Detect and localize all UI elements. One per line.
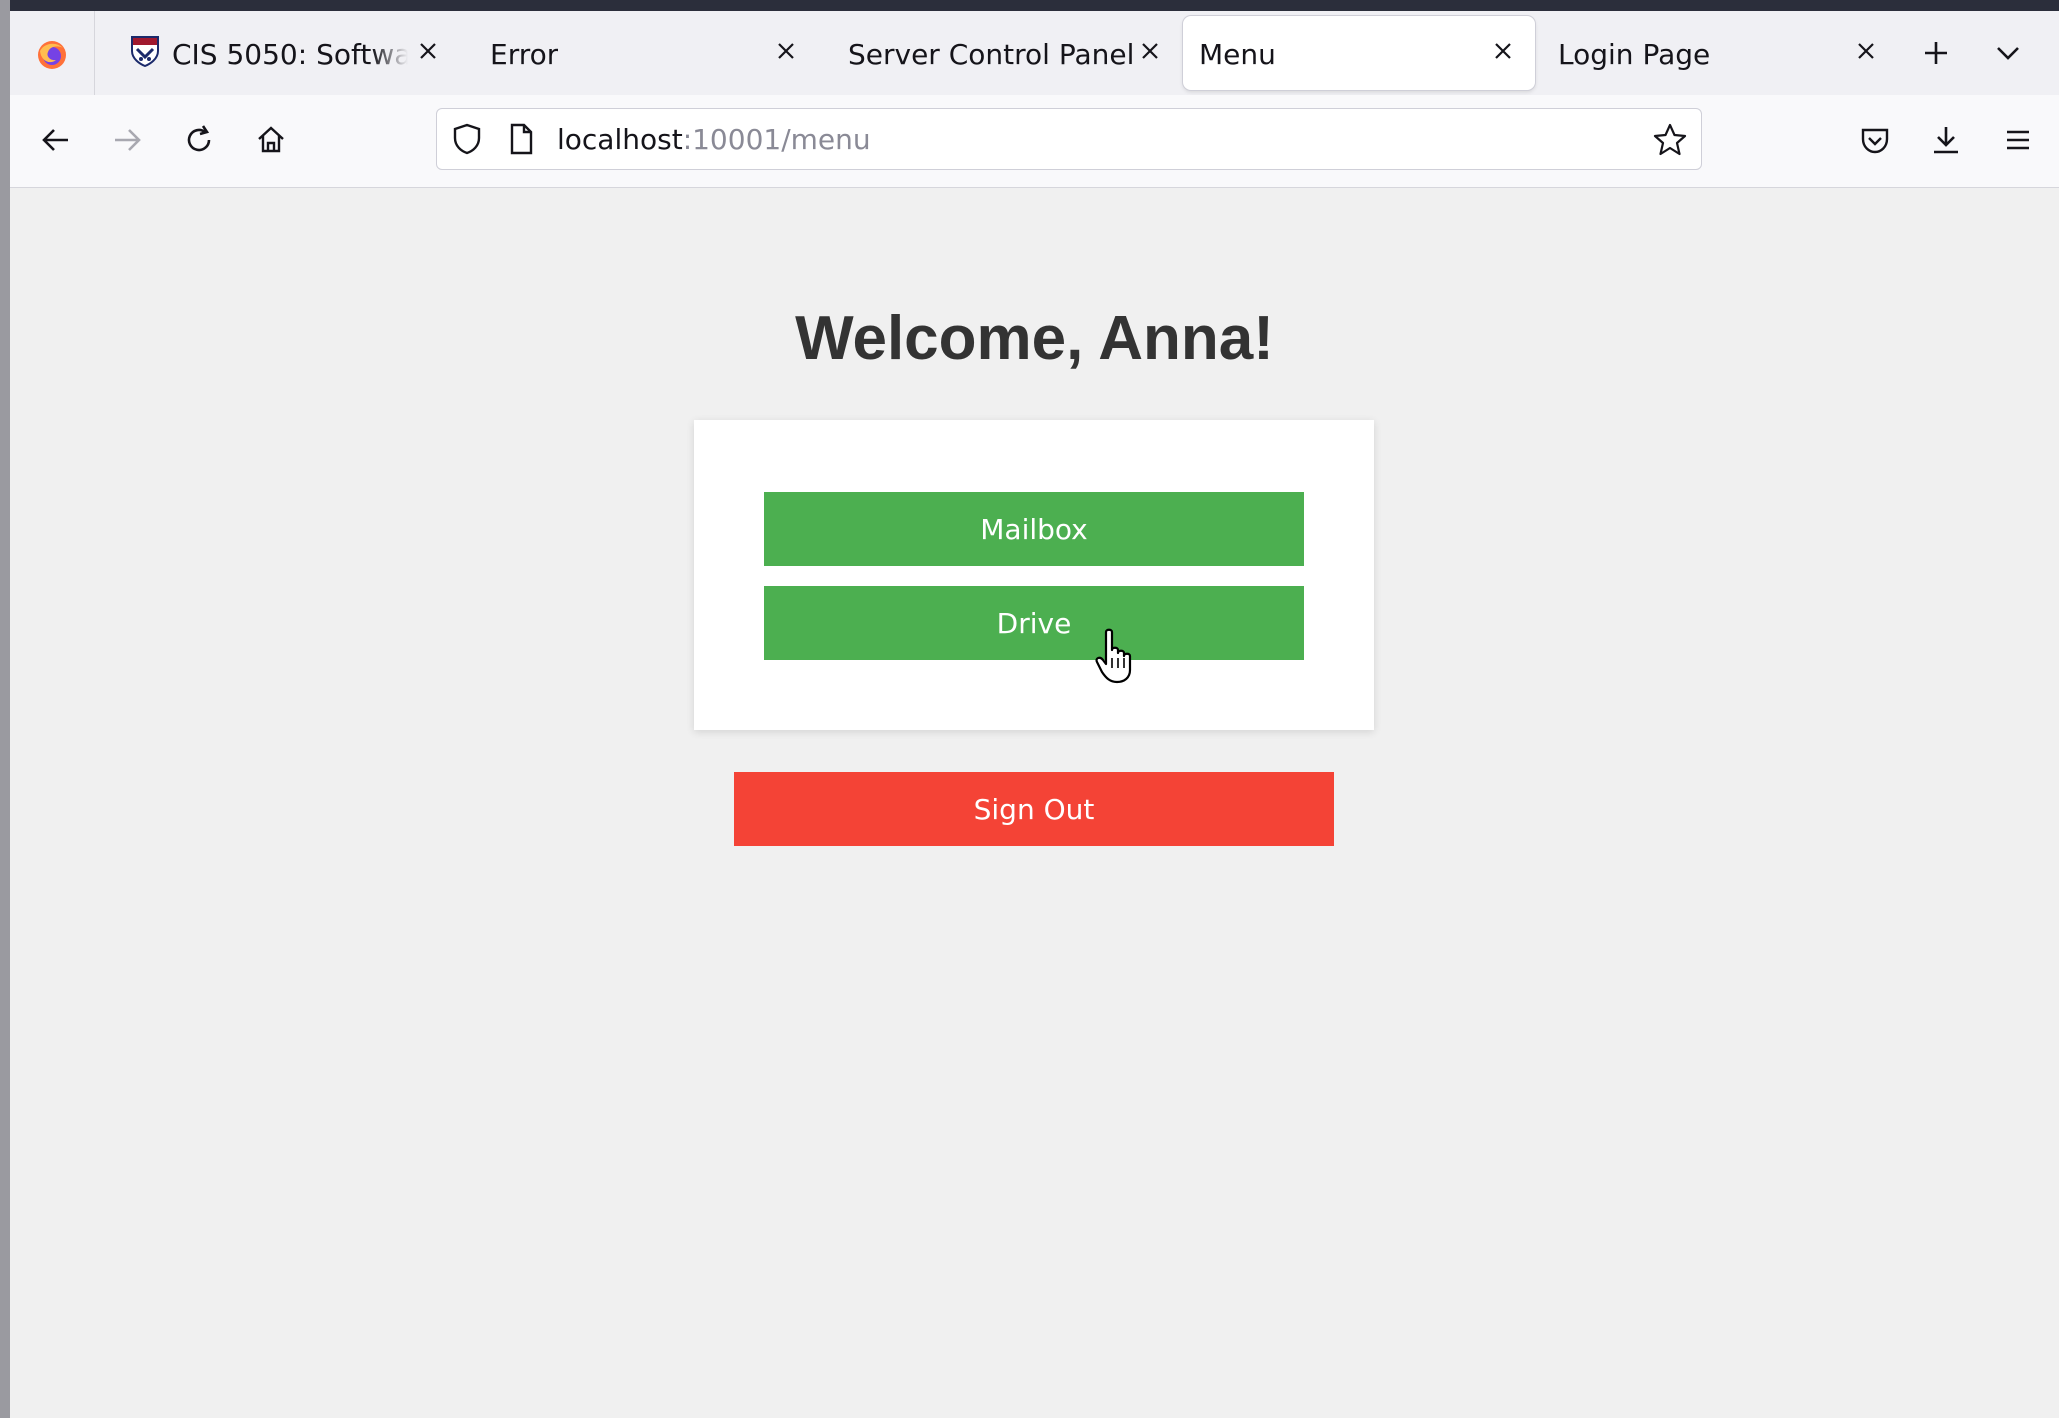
star-icon[interactable] xyxy=(1651,121,1689,159)
page-content: Welcome, Anna! Mailbox Drive Sign Out xyxy=(10,188,2059,1418)
close-icon[interactable] xyxy=(1848,33,1884,69)
url-host: localhost xyxy=(557,123,683,156)
mailbox-button[interactable]: Mailbox xyxy=(764,492,1304,566)
url-path: :10001/menu xyxy=(682,123,871,156)
welcome-heading: Welcome, Anna! xyxy=(795,304,1274,373)
page-icon xyxy=(510,123,533,155)
browser-window: CIS 5050: Software Error Server Control … xyxy=(10,11,2059,1418)
tab-error[interactable]: Error xyxy=(480,11,816,95)
tab-title: Error xyxy=(490,38,559,71)
drive-button[interactable]: Drive xyxy=(764,586,1304,660)
tab-server-control-panel[interactable]: Server Control Panel xyxy=(838,11,1174,95)
pocket-icon[interactable] xyxy=(1855,120,1895,160)
address-bar[interactable]: localhost:10001/menu xyxy=(436,108,1702,170)
tab-separator xyxy=(94,11,95,95)
tab-title: Menu xyxy=(1199,38,1276,71)
close-icon[interactable] xyxy=(1485,33,1521,69)
firefox-logo-icon[interactable] xyxy=(36,39,68,71)
reload-icon[interactable] xyxy=(179,120,219,160)
shield-icon[interactable] xyxy=(449,121,485,157)
hand-cursor-icon xyxy=(1095,628,1132,684)
close-icon[interactable] xyxy=(1132,33,1168,69)
tab-menu[interactable]: Menu xyxy=(1183,16,1535,90)
arrow-right-icon[interactable] xyxy=(107,120,147,160)
close-icon[interactable] xyxy=(768,33,804,69)
hamburger-menu-icon[interactable] xyxy=(1998,120,2038,160)
download-icon[interactable] xyxy=(1926,120,1966,160)
desktop: CIS 5050: Software Error Server Control … xyxy=(0,0,2059,1418)
chevron-down-icon[interactable] xyxy=(1988,33,2028,73)
sign-out-button[interactable]: Sign Out xyxy=(734,772,1334,846)
left-window-edge xyxy=(0,0,10,1418)
close-icon[interactable] xyxy=(410,33,446,69)
url-text[interactable]: localhost:10001/menu xyxy=(557,123,871,156)
tab-login-page[interactable]: Login Page xyxy=(1556,11,1886,95)
tab-cis5050[interactable]: CIS 5050: Software xyxy=(116,11,446,95)
menu-card: Mailbox Drive xyxy=(694,420,1374,730)
tab-bar: CIS 5050: Software Error Server Control … xyxy=(10,11,2059,96)
arrow-left-icon[interactable] xyxy=(36,120,76,160)
tab-title: Server Control Panel xyxy=(848,38,1135,71)
navigation-toolbar: localhost:10001/menu xyxy=(10,95,2059,188)
tab-title: CIS 5050: Software xyxy=(172,38,408,71)
tab-title: Login Page xyxy=(1558,38,1711,71)
home-icon[interactable] xyxy=(251,120,291,160)
plus-icon[interactable] xyxy=(1916,33,1956,73)
penn-shield-icon xyxy=(131,36,159,67)
